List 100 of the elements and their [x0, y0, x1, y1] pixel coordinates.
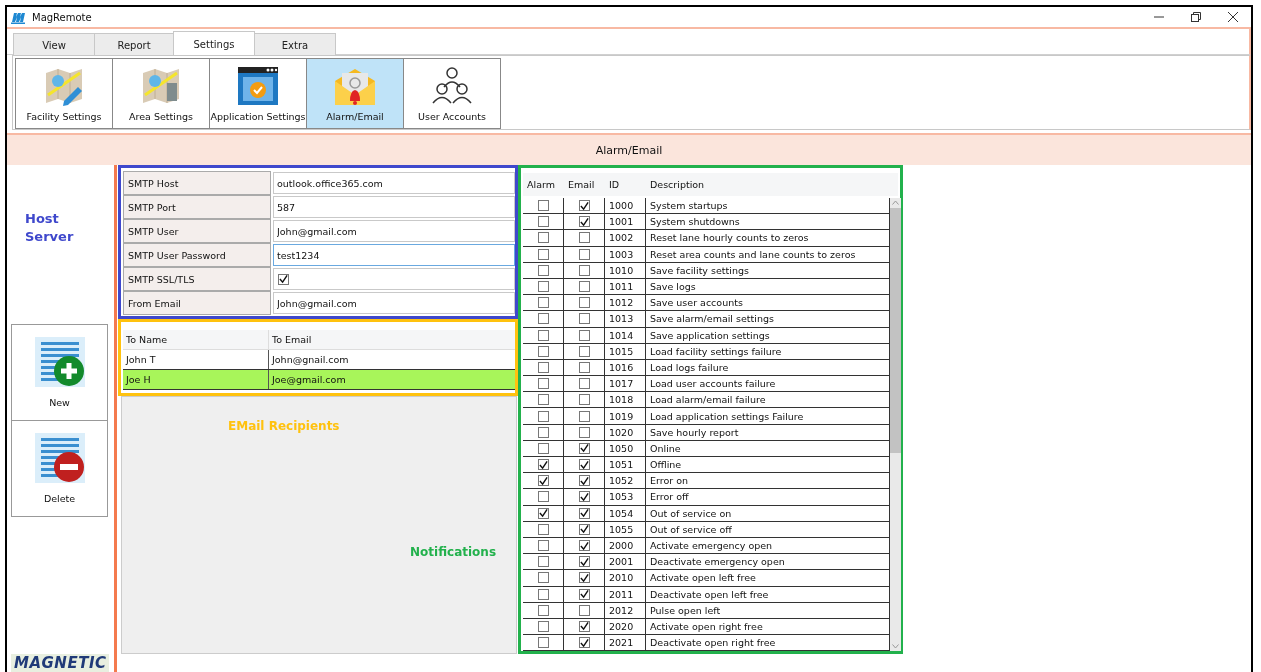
table-cell: 1050	[605, 440, 646, 456]
tab[interactable]: Report	[94, 33, 174, 56]
ribbon-button[interactable]: Alarm/Email	[306, 58, 404, 129]
check-icon	[538, 508, 548, 519]
checkbox[interactable]	[537, 572, 549, 584]
checkbox[interactable]	[537, 345, 549, 357]
checkbox[interactable]	[537, 361, 549, 373]
close-icon	[1227, 12, 1238, 22]
checkbox[interactable]	[537, 200, 549, 212]
checkbox[interactable]	[578, 540, 590, 552]
checkbox[interactable]	[578, 297, 590, 309]
ribbon-button[interactable]: Application Settings	[209, 58, 307, 129]
checkbox[interactable]	[537, 232, 549, 244]
check-icon	[579, 200, 589, 211]
checkbox[interactable]	[578, 345, 590, 357]
table-cell: 2010	[605, 570, 646, 586]
checkbox[interactable]	[537, 523, 549, 535]
checkbox[interactable]	[578, 572, 590, 584]
checkbox[interactable]	[537, 637, 549, 649]
column-header: Alarm	[526, 178, 556, 192]
input-field[interactable]: 587	[273, 196, 515, 218]
checkbox[interactable]	[578, 507, 590, 519]
table-cell: 2001	[605, 554, 646, 570]
column-header: Email	[567, 178, 596, 192]
tab[interactable]: Settings	[173, 31, 255, 56]
checkbox[interactable]	[537, 475, 549, 487]
checkbox[interactable]	[578, 232, 590, 244]
checkbox[interactable]	[537, 216, 549, 228]
checkbox[interactable]	[537, 426, 549, 438]
checkbox[interactable]	[578, 410, 590, 422]
checkbox[interactable]	[578, 556, 590, 568]
table-cell: 2000	[605, 537, 646, 554]
checkbox[interactable]	[578, 604, 590, 616]
scrollbar[interactable]	[890, 198, 901, 652]
ribbon-button[interactable]: User Accounts	[403, 58, 501, 129]
checkbox[interactable]	[578, 426, 590, 438]
checkbox[interactable]	[537, 604, 549, 616]
ribbon-button[interactable]: Area Settings	[112, 58, 210, 129]
checkbox[interactable]	[578, 491, 590, 503]
checkbox[interactable]	[578, 264, 590, 276]
checkbox[interactable]	[578, 620, 590, 632]
checkbox[interactable]	[578, 281, 590, 293]
tab[interactable]: View	[13, 33, 95, 56]
checkbox[interactable]	[537, 588, 549, 600]
checkbox[interactable]	[578, 200, 590, 212]
checkbox[interactable]	[537, 410, 549, 422]
check-icon	[579, 589, 589, 600]
check-icon	[538, 475, 548, 486]
checkbox[interactable]	[537, 442, 549, 454]
checkbox[interactable]	[537, 329, 549, 341]
new-button[interactable]: New	[11, 324, 108, 421]
checkbox[interactable]	[578, 361, 590, 373]
table-cell: 1011	[605, 278, 646, 295]
document-minus-icon	[34, 433, 85, 483]
table-cell: 1002	[605, 230, 646, 246]
input-field[interactable]: outlook.office365.com	[273, 172, 515, 194]
input-field[interactable]: John@gmail.com	[273, 220, 515, 242]
checkbox[interactable]	[537, 459, 549, 471]
checkbox[interactable]	[537, 378, 549, 390]
ribbon-button[interactable]: Facility Settings	[15, 58, 113, 129]
input-field[interactable]: John@gmail.com	[273, 292, 515, 314]
checkbox[interactable]	[537, 264, 549, 276]
checkbox[interactable]	[537, 281, 549, 293]
checkbox[interactable]	[578, 313, 590, 325]
checkbox[interactable]	[537, 297, 549, 309]
checkbox[interactable]	[537, 394, 549, 406]
checkbox[interactable]	[578, 394, 590, 406]
check-icon	[579, 443, 589, 454]
table-cell: 1017	[605, 376, 646, 392]
annotation-label: Notifications	[410, 545, 497, 559]
table-cell: 1014	[605, 327, 646, 343]
check-icon	[579, 524, 589, 535]
checkbox[interactable]	[578, 442, 590, 454]
checkbox[interactable]	[578, 248, 590, 260]
checkbox[interactable]	[578, 475, 590, 487]
checkbox[interactable]	[578, 378, 590, 390]
checkbox[interactable]	[537, 620, 549, 632]
checkbox[interactable]	[537, 248, 549, 260]
table-cell: 1054	[605, 505, 646, 521]
scrollbar-thumb[interactable]	[890, 208, 901, 453]
checkbox[interactable]	[537, 556, 549, 568]
input-field[interactable]: test1234	[273, 244, 515, 266]
checkbox[interactable]	[537, 507, 549, 519]
checkbox[interactable]	[537, 540, 549, 552]
field-label: SMTP Host	[123, 171, 271, 195]
delete-button[interactable]: Delete	[11, 420, 108, 517]
checkbox[interactable]	[278, 273, 289, 285]
checkbox[interactable]	[578, 329, 590, 341]
checkbox[interactable]	[537, 491, 549, 503]
checkbox[interactable]	[578, 216, 590, 228]
checkbox[interactable]	[578, 523, 590, 535]
tab[interactable]: Extra	[254, 33, 336, 56]
table-row[interactable]: Joe H Joe@gmail.com	[123, 370, 515, 390]
check-icon	[538, 459, 548, 470]
checkbox[interactable]	[578, 588, 590, 600]
table-cell: 1052	[605, 473, 646, 489]
checkbox[interactable]	[578, 637, 590, 649]
table-cell: 1015	[605, 343, 646, 359]
checkbox[interactable]	[537, 313, 549, 325]
checkbox[interactable]	[578, 459, 590, 471]
